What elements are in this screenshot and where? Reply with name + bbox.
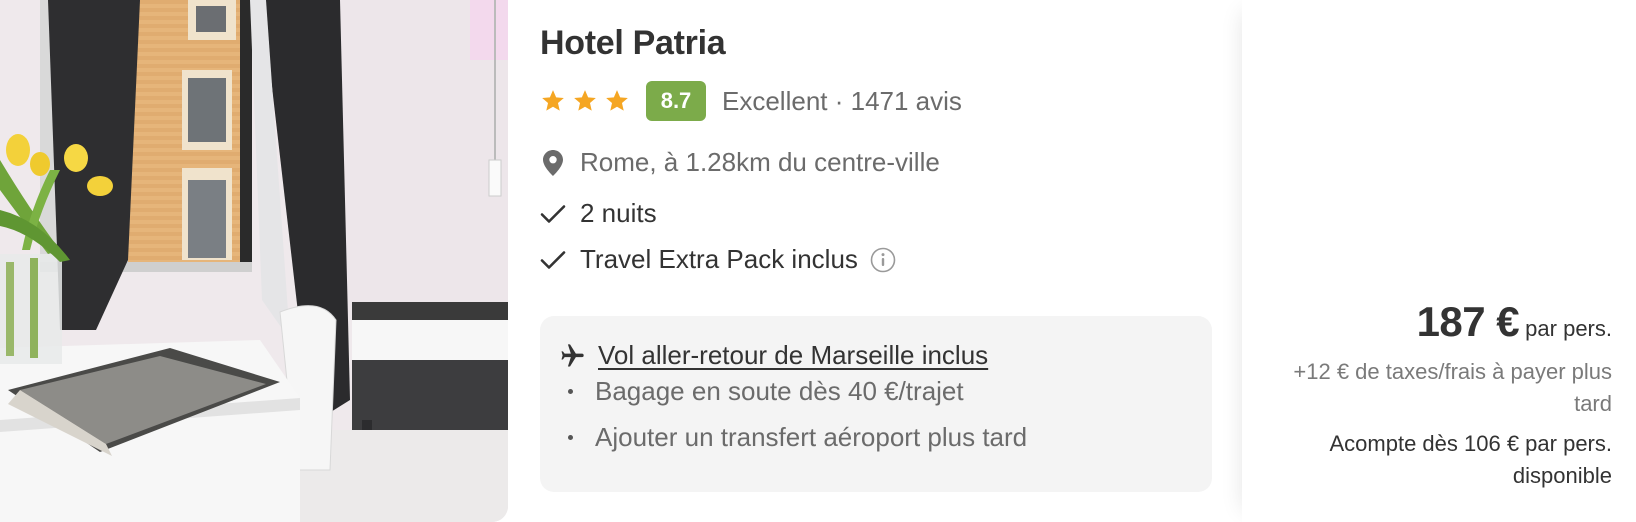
bullet-dot [568,388,573,394]
star-rating [540,88,630,114]
list-item: Ajouter un transfert aéroport plus tard [568,420,1027,454]
flight-box: Vol aller-retour de Marseille inclus Bag… [540,316,1212,492]
star-icon [540,88,566,114]
star-icon [572,88,598,114]
transfer-option: Ajouter un transfert aéroport plus tard [595,421,1028,452]
deposit-note: Acompte dès 106 € par pers. disponible [1329,431,1613,488]
rating-summary[interactable]: Excellent · 1471 avis [722,86,962,117]
flight-header: Vol aller-retour de Marseille inclus [558,340,988,371]
price-panel: 187 € par pers. +12 € de taxes/frais à p… [1242,0,1636,522]
star-icon [604,88,630,114]
hotel-photo[interactable] [0,0,508,522]
list-item: Bagage en soute dès 40 €/trajet [568,374,964,408]
feature-nights: 2 nuits [540,198,657,229]
feature-travel-pack: Travel Extra Pack inclus [540,244,896,275]
price-unit: par pers. [1525,316,1612,341]
airplane-icon [558,342,586,370]
price-amount: 187 € [1416,298,1520,345]
hotel-name[interactable]: Hotel Patria [540,24,726,63]
map-pin-icon [542,149,564,176]
price-line: 187 € par pers. [1417,298,1612,346]
feature-label: Travel Extra Pack inclus [580,244,858,274]
baggage-option: Bagage en soute dès 40 €/trajet [595,375,964,406]
taxes-note: +12 € de taxes/frais à payer plus tard [1293,359,1612,416]
location-text: Rome, à 1.28km du centre-ville [580,147,940,177]
location-row: Rome, à 1.28km du centre-ville [542,147,940,178]
info-circle-icon[interactable] [870,247,896,273]
feature-label: 2 nuits [580,198,657,228]
flight-link[interactable]: Vol aller-retour de Marseille inclus [598,340,988,371]
rating-row: 8.7 Excellent · 1471 avis [540,80,962,122]
bullet-dot [568,434,573,440]
checkmark-icon [540,249,566,271]
checkmark-icon [540,203,566,225]
hotel-info: Hotel Patria 8.7 Excellent · 1471 avis R… [540,0,1220,522]
score-badge: 8.7 [646,81,706,121]
